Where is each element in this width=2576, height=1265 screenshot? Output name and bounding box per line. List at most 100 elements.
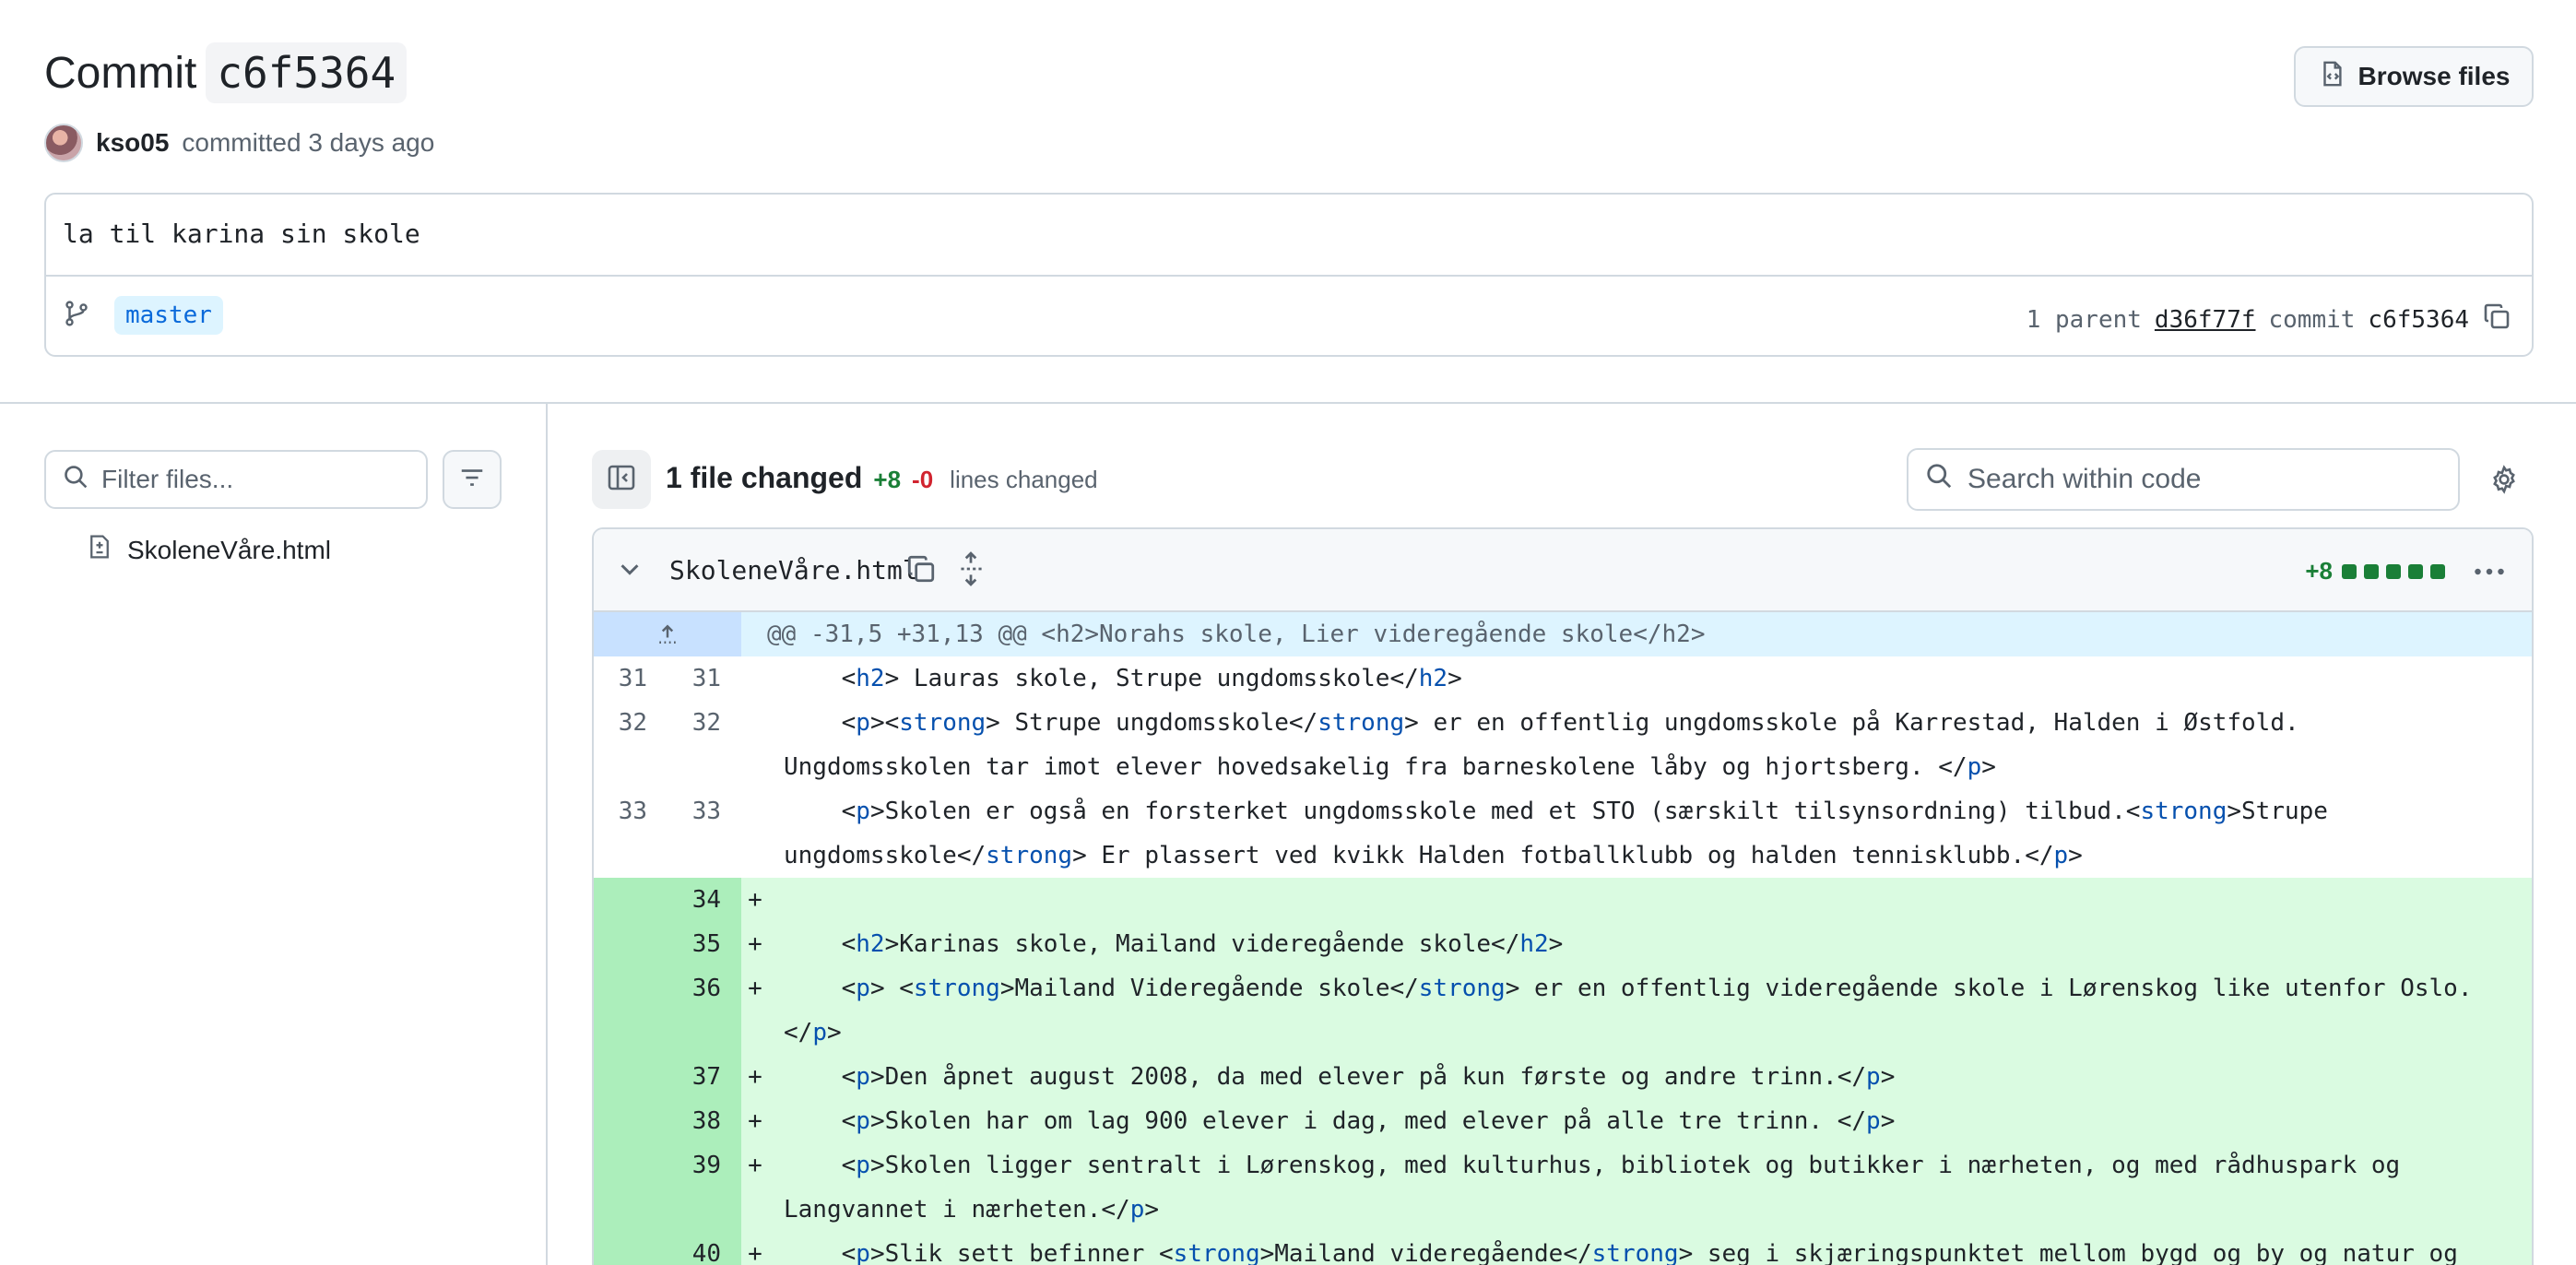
new-line-number[interactable]: 38 (668, 1099, 741, 1143)
diff-line-added: 40 + <p>Slik sett befinner <strong>Mailan… (594, 1232, 2532, 1265)
old-line-number[interactable] (594, 1099, 668, 1143)
browse-files-label: Browse files (2357, 62, 2511, 90)
file-diff-icon (87, 533, 112, 567)
new-line-number[interactable]: 35 (668, 922, 741, 966)
diffstat-block (2342, 563, 2357, 579)
search-code-input[interactable]: Search within code (1907, 448, 2460, 511)
diff-line-added: 34 + (594, 878, 2532, 922)
new-line-number[interactable]: 40 (668, 1232, 741, 1265)
diff-file-header: SkoleneVåre.html +8 (594, 529, 2532, 612)
diff-body: @@ -31,5 +31,13 @@ <h2>Norahs skole, Lie… (594, 612, 2532, 1265)
diff-additions: +8 (2305, 557, 2333, 585)
code-line: <p><strong> Strupe ungdomsskole</strong>… (784, 709, 2314, 781)
filter-placeholder: Filter files... (101, 465, 234, 493)
diff-line-context: 33 33 <p>Skolen er også en forsterket ung… (594, 789, 2532, 878)
branch-chip[interactable]: master (114, 296, 223, 335)
avatar[interactable] (44, 124, 83, 162)
hunk-header-row: @@ -31,5 +31,13 @@ <h2>Norahs skole, Lie… (594, 612, 2532, 656)
diff-filename[interactable]: SkoleneVåre.html (669, 555, 918, 585)
author-row: kso05 committed 3 days ago (44, 124, 434, 162)
diff-line-added: 36 + <p> <strong>Mailand Videregående sko… (594, 966, 2532, 1055)
old-line-number[interactable]: 31 (594, 656, 668, 701)
diff-line-added: 35 + <h2>Karinas skole, Mailand videregåe… (594, 922, 2532, 966)
diff-line-context: 31 31 <h2> Lauras skole, Strupe ungdomssk… (594, 656, 2532, 701)
kebab-menu-icon[interactable] (2471, 553, 2508, 595)
file-code-icon (2318, 60, 2346, 94)
diff-settings-button[interactable] (2484, 461, 2524, 502)
page-title: Commit (44, 48, 197, 98)
code-line: <p>Skolen ligger sentralt i Lørenskog, m… (784, 1152, 2415, 1224)
additions-count: +8 (873, 466, 902, 493)
parent-sha-link[interactable]: d36f77f (2155, 306, 2256, 334)
chevron-down-icon[interactable] (616, 555, 644, 587)
diff-plus-sign: + (748, 1240, 762, 1265)
diff-plus-sign: + (748, 886, 762, 914)
diff-line-context: 32 32 <p><strong> Strupe ungdomsskole</st… (594, 701, 2532, 789)
copy-icon[interactable] (2482, 301, 2511, 337)
gear-icon (2489, 464, 2519, 499)
old-line-number[interactable] (594, 922, 668, 966)
new-line-number[interactable]: 34 (668, 878, 741, 922)
diff-stat: +8 (2305, 557, 2445, 585)
browse-files-button[interactable]: Browse files (2294, 46, 2534, 107)
files-changed-summary: 1 file changed +8 -0 lines changed (666, 461, 1098, 495)
author-link[interactable]: kso05 (96, 128, 169, 158)
new-line-number[interactable]: 37 (668, 1055, 741, 1099)
diffstat-block (2386, 563, 2401, 579)
files-changed-count: 1 file changed (666, 461, 863, 494)
new-line-number[interactable]: 32 (668, 701, 741, 789)
divider (46, 275, 2532, 277)
code-line: <p>Skolen har om lag 900 elever i dag, m… (841, 1107, 1896, 1135)
code-line: <p>Skolen er også en forsterket ungdomss… (784, 798, 2343, 869)
old-line-number[interactable]: 33 (594, 789, 668, 878)
expand-all-icon[interactable] (955, 551, 987, 591)
new-line-number[interactable]: 39 (668, 1143, 741, 1232)
filter-icon (458, 464, 486, 496)
old-line-number[interactable] (594, 1143, 668, 1232)
commit-message-box: la til karina sin skole master 1 parent … (44, 193, 2534, 357)
toggle-sidebar-button[interactable] (592, 450, 651, 509)
diffstat-block (2364, 563, 2379, 579)
commit-sha-chip: c6f5364 (206, 42, 408, 103)
new-line-number[interactable]: 33 (668, 789, 741, 878)
code-line: <h2> Lauras skole, Strupe ungdomsskole</… (841, 665, 1462, 692)
old-line-number[interactable]: 32 (594, 701, 668, 789)
search-icon (63, 464, 89, 496)
diff-plus-sign: + (748, 1107, 762, 1135)
new-line-number[interactable]: 36 (668, 966, 741, 1055)
git-branch-icon (63, 300, 90, 332)
parent-label: 1 parent (2026, 305, 2142, 334)
search-icon (1925, 462, 1953, 497)
diff-plus-sign: + (748, 975, 762, 1002)
code-line: <p>Slik sett befinner <strong>Mailand vi… (841, 1240, 2458, 1265)
new-line-number[interactable]: 31 (668, 656, 741, 701)
diff-plus-sign: + (748, 930, 762, 958)
code-line: <p>Den åpnet august 2008, da med elever … (841, 1063, 1896, 1091)
committed-time: committed 3 days ago (182, 128, 435, 157)
old-line-number[interactable] (594, 966, 668, 1055)
expand-up-icon[interactable] (594, 612, 741, 656)
commit-title: Commit c6f5364 (44, 42, 408, 103)
old-line-number[interactable] (594, 1055, 668, 1099)
deletions-count: -0 (912, 466, 934, 493)
filter-options-button[interactable] (443, 450, 502, 509)
hunk-header: @@ -31,5 +31,13 @@ <h2>Norahs skole, Lie… (767, 621, 1706, 648)
sidebar-divider (546, 404, 548, 1265)
diff-plus-sign: + (748, 1152, 762, 1179)
diffstat-block (2430, 563, 2445, 579)
filter-files-input[interactable]: Filter files... (44, 450, 428, 509)
diff-file-card: SkoleneVåre.html +8 @@ -31,5 +31,13 @@ <… (592, 527, 2534, 1265)
old-line-number[interactable] (594, 1232, 668, 1265)
lines-changed-label: lines changed (950, 466, 1098, 493)
code-line: <h2>Karinas skole, Mailand videregående … (841, 930, 1564, 958)
diff-line-added: 37 + <p>Den åpnet august 2008, da med ele… (594, 1055, 2532, 1099)
copy-icon[interactable] (905, 553, 937, 589)
code-line: <p> <strong>Mailand Videregående skole</… (784, 975, 2473, 1046)
diff-plus-sign: + (748, 1063, 762, 1091)
file-tree-label: SkoleneVåre.html (127, 535, 332, 564)
old-line-number[interactable] (594, 878, 668, 922)
search-code-placeholder: Search within code (1967, 464, 2202, 494)
file-tree-item[interactable]: SkoleneVåre.html (87, 533, 331, 567)
diffstat-block (2408, 563, 2423, 579)
commit-sha: c6f5364 (2368, 305, 2469, 334)
